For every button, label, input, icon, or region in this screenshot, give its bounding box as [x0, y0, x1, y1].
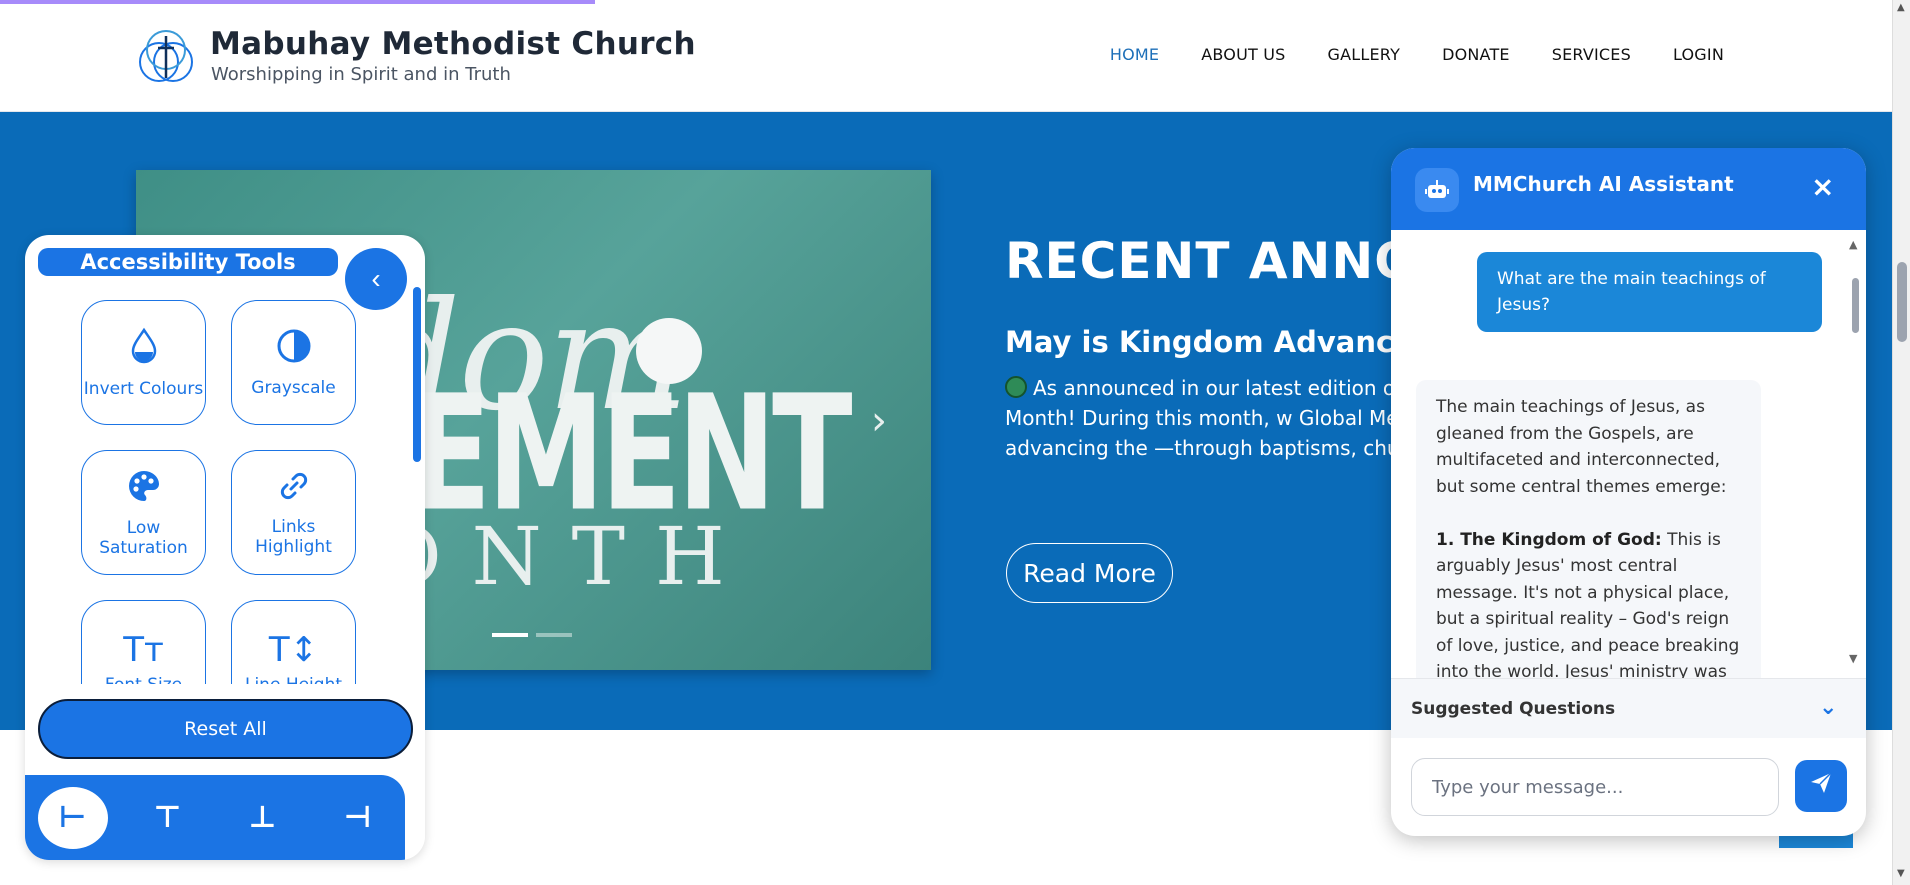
line-height-icon: T↕ — [268, 629, 319, 670]
nav-home[interactable]: HOME — [1110, 45, 1159, 64]
position-bottom-button[interactable]: ⊥ — [215, 775, 310, 860]
chat-scroll-up-icon[interactable]: ▲ — [1849, 238, 1857, 251]
paper-plane-icon — [1811, 771, 1832, 793]
palette-icon — [126, 468, 162, 512]
church-logo-icon[interactable] — [137, 28, 195, 86]
chat-scrollbar-thumb[interactable] — [1852, 278, 1859, 333]
nav-about-us[interactable]: ABOUT US — [1201, 45, 1285, 64]
user-message: What are the main teachings of Jesus? — [1477, 252, 1822, 332]
slide-indicators — [492, 633, 572, 637]
main-nav: HOME ABOUT US GALLERY DONATE SERVICES LO… — [1110, 45, 1724, 64]
chat-scroll-down-icon[interactable]: ▼ — [1849, 652, 1857, 665]
chevron-down-icon[interactable]: ⌄ — [1819, 695, 1837, 720]
scroll-progress-bar — [0, 0, 595, 4]
robot-icon — [1415, 168, 1459, 212]
panel-scrollbar-thumb[interactable] — [413, 287, 421, 462]
chat-message-input[interactable] — [1411, 758, 1779, 816]
position-right-button[interactable]: ⊣ — [310, 775, 405, 860]
chat-header: MMChurch AI Assistant × — [1391, 148, 1866, 230]
panel-scrollbar[interactable] — [413, 287, 421, 687]
scroll-down-arrow-icon[interactable]: ▼ — [1897, 868, 1905, 879]
contrast-icon — [276, 328, 312, 372]
accessibility-panel: Accessibility Tools ‹ Invert Colours Gra… — [25, 235, 425, 860]
page-scrollbar[interactable]: ▲ ▼ — [1892, 0, 1910, 885]
tool-label: Grayscale — [251, 377, 336, 398]
assistant-point-text: This is arguably Jesus' most central mes… — [1436, 529, 1740, 679]
chat-messages: What are the main teachings of Jesus? Th… — [1391, 230, 1866, 678]
site-tagline: Worshipping in Spirit and in Truth — [211, 64, 511, 85]
slide-next-arrow-icon[interactable]: › — [871, 398, 887, 444]
announcement-title: May is Kingdom Advancem — [1005, 325, 1444, 359]
suggested-questions-toggle[interactable]: Suggested Questions ⌄ — [1391, 678, 1866, 738]
grayscale-button[interactable]: Grayscale — [231, 300, 356, 425]
align-right-icon: ⊣ — [343, 800, 372, 835]
align-bottom-icon: ⊥ — [248, 800, 277, 835]
nav-services[interactable]: SERVICES — [1552, 45, 1631, 64]
tool-label: Low Saturation — [99, 517, 188, 558]
align-top-icon: ⊤ — [153, 800, 182, 835]
tool-label: Links Highlight — [255, 516, 332, 557]
close-icon[interactable]: × — [1811, 170, 1834, 203]
link-icon — [277, 469, 311, 511]
nav-login[interactable]: LOGIN — [1673, 45, 1724, 64]
send-button[interactable] — [1795, 760, 1847, 812]
nav-donate[interactable]: DONATE — [1442, 45, 1510, 64]
position-left-button[interactable]: ⊢ — [25, 775, 120, 860]
nav-gallery[interactable]: GALLERY — [1328, 45, 1401, 64]
align-left-icon: ⊢ — [37, 786, 108, 849]
accessibility-tools-grid: Invert Colours Grayscale Low Saturation … — [81, 300, 356, 725]
panel-position-bar: ⊢ ⊤ ⊥ ⊣ — [25, 775, 405, 860]
position-top-button[interactable]: ⊤ — [120, 775, 215, 860]
font-size-icon: Tт — [123, 629, 164, 670]
suggested-questions-label: Suggested Questions — [1411, 699, 1616, 719]
ai-chat-widget: MMChurch AI Assistant × What are the mai… — [1391, 148, 1866, 836]
scrollbar-thumb[interactable] — [1897, 262, 1907, 342]
slide-dot-2[interactable] — [536, 633, 572, 637]
globe-icon — [1005, 376, 1027, 398]
assistant-point-title: 1. The Kingdom of God: — [1436, 529, 1662, 550]
chat-title: MMChurch AI Assistant — [1473, 172, 1734, 196]
accessibility-title: Accessibility Tools — [38, 248, 338, 276]
low-saturation-button[interactable]: Low Saturation — [81, 450, 206, 575]
chat-scrollbar[interactable]: ▲ ▼ — [1849, 238, 1861, 668]
scroll-up-arrow-icon[interactable]: ▲ — [1897, 2, 1905, 13]
reset-all-button[interactable]: Reset All — [38, 699, 413, 759]
droplet-icon — [127, 327, 161, 373]
site-header: Mabuhay Methodist Church Worshipping in … — [0, 0, 1892, 112]
links-highlight-button[interactable]: Links Highlight — [231, 450, 356, 575]
read-more-button[interactable]: Read More — [1006, 543, 1173, 603]
assistant-message: The main teachings of Jesus, as gleaned … — [1416, 380, 1761, 678]
slide-text-line3: ONTH — [376, 510, 755, 603]
site-title[interactable]: Mabuhay Methodist Church — [210, 26, 696, 62]
tool-label: Invert Colours — [83, 378, 204, 399]
slide-dot-1[interactable] — [492, 633, 528, 637]
invert-colours-button[interactable]: Invert Colours — [81, 300, 206, 425]
assistant-intro: The main teachings of Jesus, as gleaned … — [1436, 397, 1727, 497]
